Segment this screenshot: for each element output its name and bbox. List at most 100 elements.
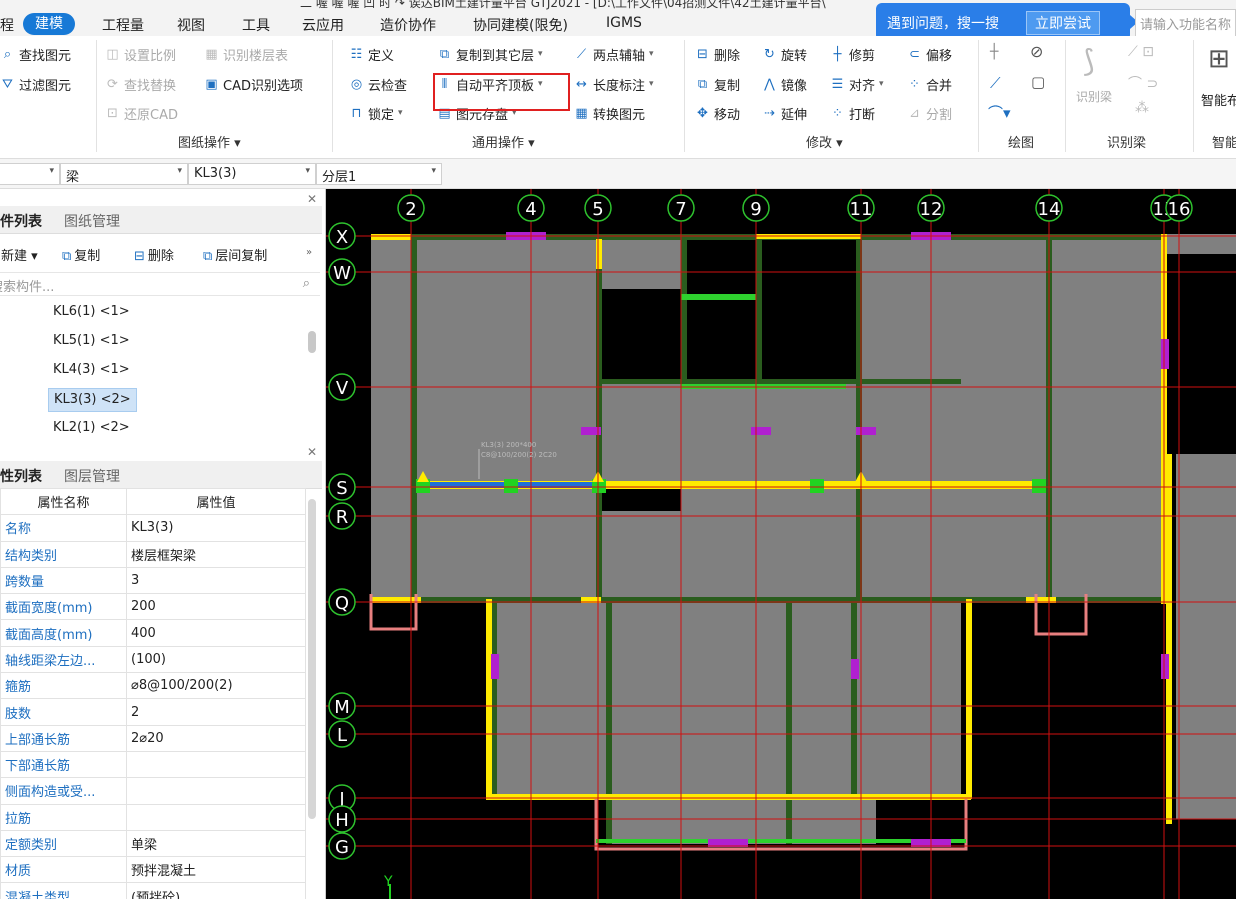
group-label-drawing[interactable]: 图纸操作 ▾ xyxy=(178,132,241,151)
offset-button[interactable]: ⊂ 偏移 xyxy=(907,44,952,64)
property-scrollbar[interactable] xyxy=(308,499,316,819)
property-row[interactable]: 箍筋 ⌀8@100/200(2) xyxy=(0,672,306,700)
identify-floors-button[interactable]: ▦ 识别楼层表 xyxy=(204,44,288,64)
property-value[interactable]: 2⌀20 xyxy=(126,724,306,752)
type-select[interactable]: 梁 ▾ xyxy=(60,163,188,185)
tab-property-list[interactable]: 属性列表 xyxy=(0,466,42,486)
property-row[interactable]: 肢数 2 xyxy=(0,698,306,726)
menu-igms[interactable]: IGMS xyxy=(606,15,642,31)
delete-member-button[interactable]: ⊟ 删除 xyxy=(134,245,174,264)
member-item[interactable]: KL5(1) <1> xyxy=(48,330,135,354)
member-select[interactable]: KL3(3) ▾ xyxy=(188,163,316,185)
close-icon[interactable]: ✕ xyxy=(307,192,317,206)
smart-layout-button[interactable]: 智能布 xyxy=(1201,90,1236,109)
cloud-check-button[interactable]: ◎ 云检查 xyxy=(349,74,407,94)
property-row[interactable]: 截面高度(mm) 400 xyxy=(0,619,306,647)
align-button[interactable]: ☰ 对齐 ▾ xyxy=(830,74,884,94)
property-value[interactable]: 单梁 xyxy=(126,829,306,858)
group-label-general[interactable]: 通用操作 ▾ xyxy=(472,132,535,151)
drawing-canvas[interactable]: 2 4 5 7 9 11 12 14 15 16 X W V S R Q M L J H G KL3(3) 200*400… xyxy=(326,189,1236,899)
property-row[interactable]: 侧面构造或受... xyxy=(0,777,306,805)
property-value[interactable]: (100) xyxy=(126,645,306,674)
group-label-modify[interactable]: 修改 ▾ xyxy=(806,132,843,151)
line-tool-icon[interactable]: ⟋ xyxy=(990,74,1001,92)
member-item[interactable]: KL6(1) <1> xyxy=(48,301,135,325)
menu-cloud[interactable]: 云应用 xyxy=(302,15,344,35)
two-point-axis-button[interactable]: ⟋ 两点辅轴 ▾ xyxy=(574,44,654,64)
menu-collab[interactable]: 造价协作 xyxy=(380,15,436,35)
merge-button[interactable]: ⁘ 合并 xyxy=(907,74,952,94)
set-scale-button[interactable]: ◫ 设置比例 xyxy=(105,44,176,64)
delete-button[interactable]: ⊟ 删除 xyxy=(695,44,740,64)
arc-tool-icon[interactable]: ⊘ xyxy=(1030,42,1043,61)
tab-drawing-management[interactable]: 图纸管理 xyxy=(64,211,120,231)
property-row[interactable]: 轴线距梁左边... (100) xyxy=(0,645,306,674)
property-row[interactable]: 拉筋 xyxy=(0,803,306,831)
property-row[interactable]: 上部通长筋 2⌀20 xyxy=(0,724,306,752)
property-row[interactable]: 材质 预拌混凝土 xyxy=(0,856,306,884)
point-icon[interactable]: ┼ xyxy=(990,44,998,60)
function-search-input[interactable]: 请输入功能名称 xyxy=(1135,9,1236,37)
find-element-button[interactable]: ⌕ 查找图元 xyxy=(0,44,71,64)
property-value[interactable]: 预拌混凝土 xyxy=(126,856,306,884)
rotate-button[interactable]: ↻ 旋转 xyxy=(762,44,807,64)
menu-view[interactable]: 视图 xyxy=(177,15,205,35)
property-row[interactable]: 下部通长筋 xyxy=(0,750,306,779)
identify-beam-button[interactable]: 识别梁 xyxy=(1076,88,1112,105)
property-row[interactable]: 定额类别 单梁 xyxy=(0,829,306,858)
cad-options-button[interactable]: ▣ CAD识别选项 xyxy=(204,74,303,94)
new-member-button[interactable]: 新建 ▾ xyxy=(0,245,38,264)
rect-tool-icon[interactable]: ▢ xyxy=(1031,73,1045,91)
property-value[interactable] xyxy=(126,803,306,831)
member-search-input[interactable]: 搜索构件...⌕ xyxy=(0,272,320,296)
menu-project[interactable]: 程 xyxy=(0,15,14,35)
cad-drawing[interactable]: 2 4 5 7 9 11 12 14 1516XWVSRQMLJHGKL3(3) 200*400… xyxy=(326,189,1236,899)
lock-button[interactable]: ⊓ 锁定 ▾ xyxy=(349,103,402,123)
menu-modeling[interactable]: 建模 xyxy=(23,13,75,35)
split-button[interactable]: ⊿ 分割 xyxy=(907,103,952,123)
member-item[interactable]: KL2(1) <2> xyxy=(48,417,135,441)
property-value[interactable] xyxy=(126,777,306,805)
property-row[interactable]: 结构类别 楼层框架梁 xyxy=(0,540,306,568)
break-button[interactable]: ⁘ 打断 xyxy=(830,103,875,123)
extend-button[interactable]: ⇢ 延伸 xyxy=(762,103,807,123)
property-value[interactable]: 3 xyxy=(126,566,306,595)
mirror-button[interactable]: ⋀ 镜像 xyxy=(762,74,807,94)
property-value[interactable]: (预拌砼) xyxy=(126,882,306,899)
more-icon[interactable]: » xyxy=(306,247,312,258)
property-row[interactable]: 名称 KL3(3) xyxy=(0,514,306,542)
curve-tool-icon[interactable]: ⌒▾ xyxy=(988,102,1011,123)
menu-tools[interactable]: 工具 xyxy=(242,15,270,35)
property-row[interactable]: 跨数量 3 xyxy=(0,566,306,595)
move-button[interactable]: ✥ 移动 xyxy=(695,103,740,123)
member-list-scrollbar[interactable] xyxy=(308,331,316,353)
property-value[interactable] xyxy=(126,750,306,779)
property-row[interactable]: 混凝土类型 (预拌砼) xyxy=(0,882,306,899)
property-row[interactable]: 截面宽度(mm) 200 xyxy=(0,593,306,621)
copy-to-other-layers-button[interactable]: ⧉ 复制到其它层 ▾ xyxy=(437,44,543,64)
copy-member-button[interactable]: ⧉ 复制 xyxy=(62,245,100,264)
floor-select[interactable]: ▾ xyxy=(0,163,60,185)
tab-layer-management[interactable]: 图层管理 xyxy=(64,466,120,486)
copy-button[interactable]: ⧉ 复制 xyxy=(695,74,740,94)
property-value[interactable]: ⌀8@100/200(2) xyxy=(126,672,306,700)
length-mark-button[interactable]: ↔ 长度标注 ▾ xyxy=(574,74,654,94)
property-value[interactable]: 楼层框架梁 xyxy=(126,540,306,568)
property-value[interactable]: 200 xyxy=(126,593,306,621)
property-value[interactable]: 2 xyxy=(126,698,306,726)
trim-button[interactable]: ┼ 修剪 xyxy=(830,44,875,64)
define-button[interactable]: ☷ 定义 xyxy=(349,44,394,64)
find-replace-button[interactable]: ⟳ 查找替换 xyxy=(105,74,176,94)
property-value[interactable]: 400 xyxy=(126,619,306,647)
restore-cad-button[interactable]: ⊡ 还原CAD xyxy=(105,103,178,123)
try-now-button[interactable]: 立即尝试 xyxy=(1026,11,1100,35)
tab-member-list[interactable]: 构件列表 xyxy=(0,211,42,231)
member-item[interactable]: KL4(3) <1> xyxy=(48,359,135,383)
close-icon[interactable]: ✕ xyxy=(307,445,317,459)
property-value[interactable]: KL3(3) xyxy=(126,514,306,542)
convert-element-button[interactable]: ▦ 转换图元 xyxy=(574,103,645,123)
layer-select[interactable]: 分层1 ▾ xyxy=(316,163,442,185)
menu-coop-model[interactable]: 协同建模(限免) xyxy=(473,15,568,35)
layer-copy-button[interactable]: ⧉ 层间复制 xyxy=(203,245,267,264)
member-item[interactable]: KL3(3) <2> xyxy=(48,388,137,412)
